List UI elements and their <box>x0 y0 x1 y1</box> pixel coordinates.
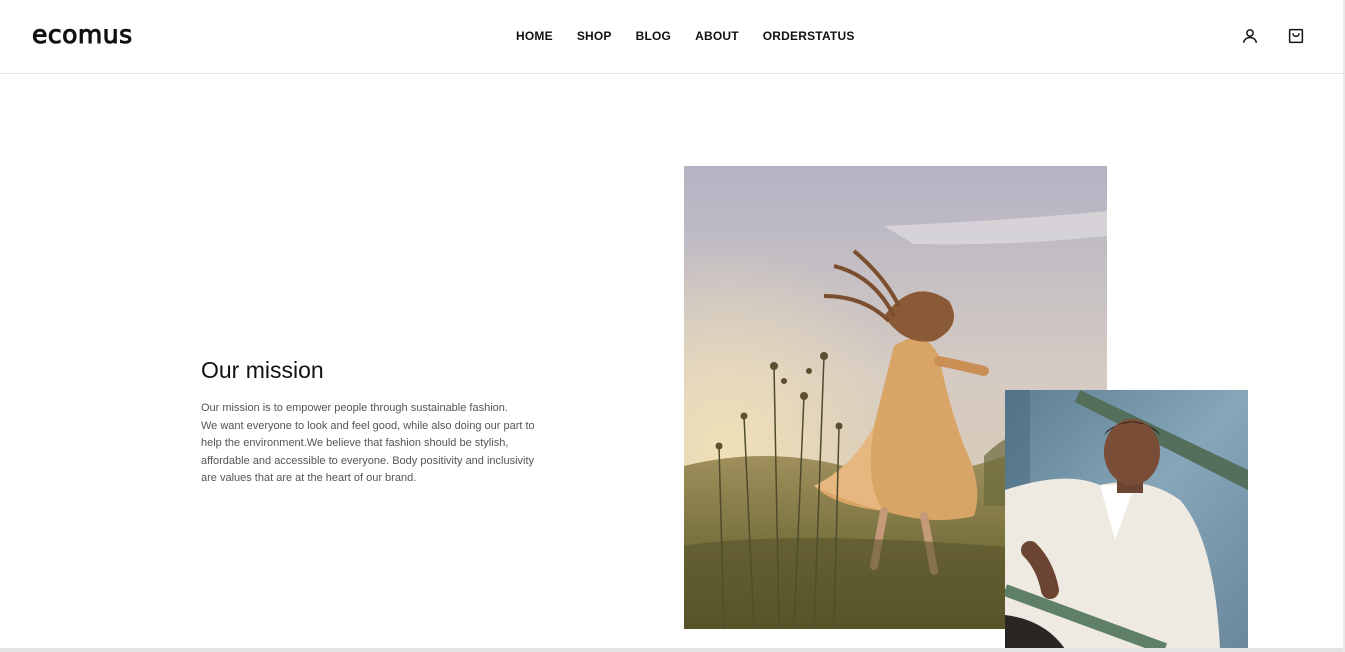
mission-heading: Our mission <box>201 357 324 383</box>
man-portrait-photo <box>1005 390 1248 649</box>
account-button[interactable] <box>1240 26 1260 46</box>
mission-line: We want everyone to look and feel good, … <box>201 419 535 432</box>
cart-button[interactable] <box>1286 26 1306 46</box>
mission-line: are values that are at the heart of our … <box>201 472 417 484</box>
nav-home[interactable]: HOME <box>516 29 553 43</box>
user-icon <box>1242 29 1258 43</box>
nav-shop[interactable]: SHOP <box>577 29 612 43</box>
mission-text: Our mission is to empower people through… <box>201 400 561 488</box>
nav-about[interactable]: ABOUT <box>695 29 739 43</box>
main-nav: HOME SHOP BLOG ABOUT ORDERSTATUS <box>516 29 879 43</box>
page-edge-bottom <box>0 648 1343 652</box>
mission-line: help the environment.We believe that fas… <box>201 437 509 449</box>
nav-blog[interactable]: BLOG <box>636 29 671 43</box>
mission-line: Our mission is to empower people through… <box>201 402 508 414</box>
site-logo[interactable]: ecomus <box>32 20 133 50</box>
shopping-bag-icon <box>1288 28 1304 44</box>
site-header: ecomus HOME SHOP BLOG ABOUT ORDERSTATUS <box>0 0 1343 74</box>
mission-line: affordable and accessible to everyone. B… <box>201 454 535 467</box>
nav-orderstatus[interactable]: ORDERSTATUS <box>763 29 855 43</box>
